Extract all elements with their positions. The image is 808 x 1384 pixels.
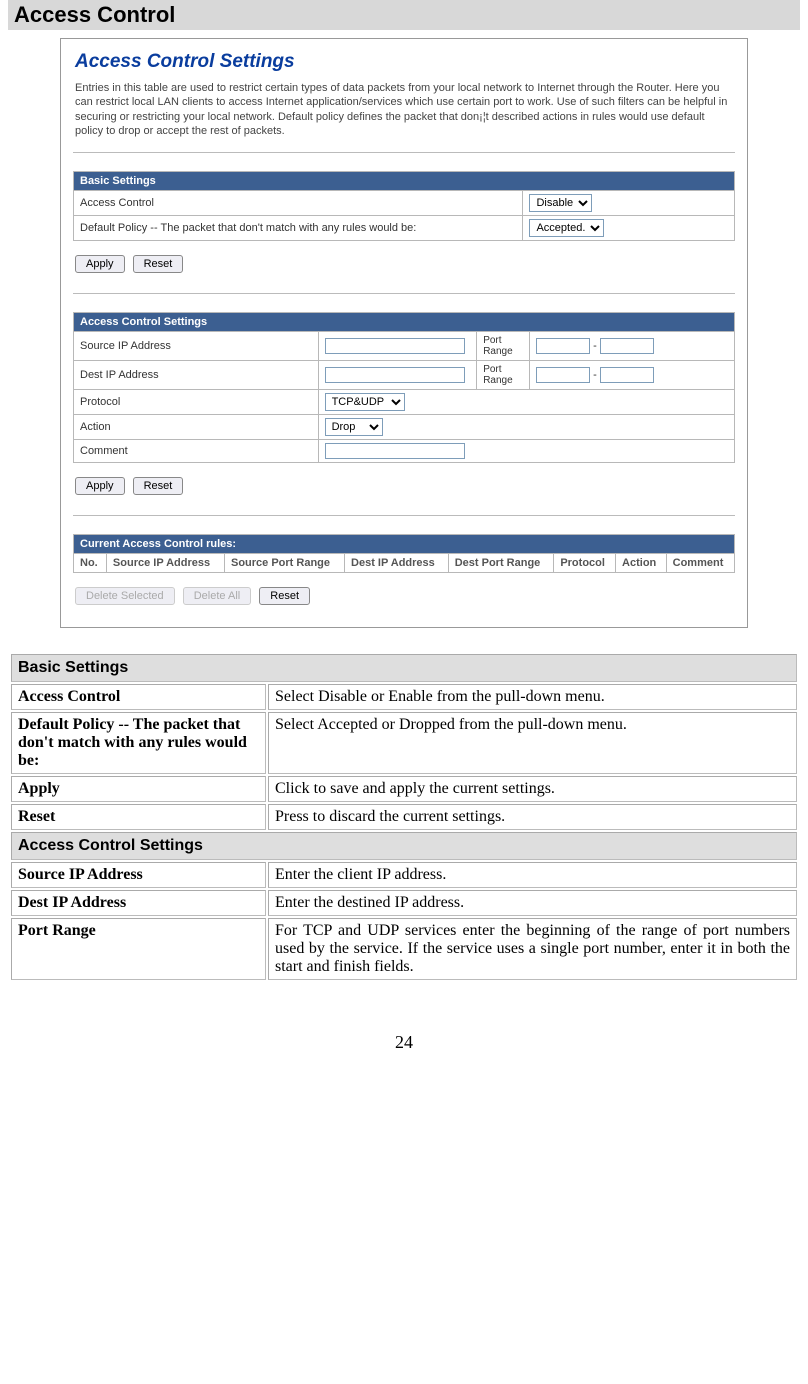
dest-ip-input[interactable] [325, 367, 465, 383]
reset-button[interactable]: Reset [133, 477, 184, 495]
col-no: No. [74, 554, 107, 573]
action-select[interactable]: Drop [325, 418, 383, 436]
def-value: For TCP and UDP services enter the begin… [268, 918, 797, 980]
access-control-select[interactable]: Disable [529, 194, 592, 212]
def-label: Default Policy -- The packet that don't … [11, 712, 266, 774]
default-policy-select[interactable]: Accepted. [529, 219, 604, 237]
page-number: 24 [0, 1032, 808, 1053]
def-acs-header: Access Control Settings [11, 832, 797, 860]
def-label: Port Range [11, 918, 266, 980]
screenshot-intro: Entries in this table are used to restri… [61, 81, 747, 148]
def-value: Enter the client IP address. [268, 862, 797, 888]
action-label: Action [74, 415, 319, 440]
acs-header: Access Control Settings [74, 313, 735, 332]
divider [73, 152, 735, 153]
dest-port-to-input[interactable] [600, 367, 654, 383]
def-value: Click to save and apply the current sett… [268, 776, 797, 802]
col-action: Action [616, 554, 667, 573]
apply-button[interactable]: Apply [75, 255, 125, 273]
delete-selected-button[interactable]: Delete Selected [75, 587, 175, 605]
acs-table: Access Control Settings Source IP Addres… [73, 312, 735, 463]
col-dest-ip: Dest IP Address [345, 554, 449, 573]
reset-button[interactable]: Reset [133, 255, 184, 273]
col-dest-port: Dest Port Range [448, 554, 554, 573]
col-src-ip: Source IP Address [106, 554, 224, 573]
source-port-to-input[interactable] [600, 338, 654, 354]
comment-label: Comment [74, 440, 319, 463]
screenshot-heading: Access Control Settings [61, 39, 747, 81]
basic-settings-header: Basic Settings [74, 172, 735, 191]
def-value: Select Disable or Enable from the pull-d… [268, 684, 797, 710]
col-comment: Comment [666, 554, 734, 573]
def-value: Select Accepted or Dropped from the pull… [268, 712, 797, 774]
current-rules-table: Current Access Control rules: No. Source… [73, 534, 735, 573]
definitions-table: Basic Settings Access Control Select Dis… [9, 652, 799, 982]
dest-port-from-input[interactable] [536, 367, 590, 383]
def-label: Dest IP Address [11, 890, 266, 916]
port-range-label: Port Range [477, 361, 530, 390]
router-screenshot: Access Control Settings Entries in this … [60, 38, 748, 628]
divider [73, 515, 735, 516]
def-label: Apply [11, 776, 266, 802]
current-rules-header: Current Access Control rules: [74, 535, 735, 554]
apply-button[interactable]: Apply [75, 477, 125, 495]
source-ip-label: Source IP Address [74, 332, 319, 361]
source-port-from-input[interactable] [536, 338, 590, 354]
def-value: Press to discard the current settings. [268, 804, 797, 830]
def-basic-header: Basic Settings [11, 654, 797, 682]
def-label: Reset [11, 804, 266, 830]
col-protocol: Protocol [554, 554, 616, 573]
access-control-label: Access Control [74, 191, 523, 216]
source-ip-input[interactable] [325, 338, 465, 354]
dest-ip-label: Dest IP Address [74, 361, 319, 390]
protocol-select[interactable]: TCP&UDP [325, 393, 405, 411]
port-range-label: Port Range [477, 332, 530, 361]
def-value: Enter the destined IP address. [268, 890, 797, 916]
page-title: Access Control [8, 0, 800, 30]
def-label: Access Control [11, 684, 266, 710]
basic-settings-table: Basic Settings Access Control Disable De… [73, 171, 735, 241]
col-src-port: Source Port Range [225, 554, 345, 573]
reset-button[interactable]: Reset [259, 587, 310, 605]
def-label: Source IP Address [11, 862, 266, 888]
default-policy-label: Default Policy -- The packet that don't … [74, 216, 523, 241]
comment-input[interactable] [325, 443, 465, 459]
divider [73, 293, 735, 294]
delete-all-button[interactable]: Delete All [183, 587, 251, 605]
protocol-label: Protocol [74, 390, 319, 415]
